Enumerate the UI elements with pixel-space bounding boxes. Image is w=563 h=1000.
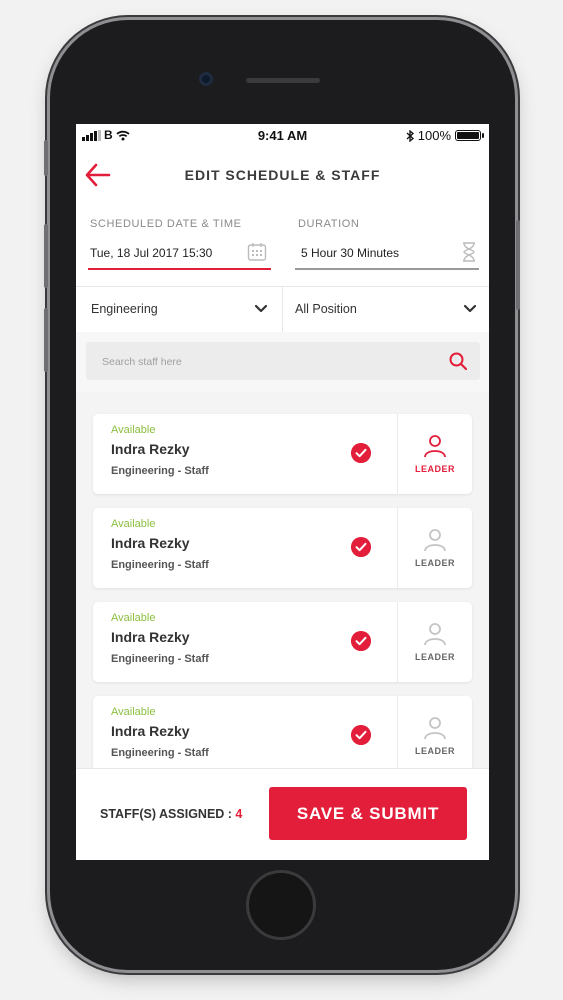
leader-toggle[interactable]: LEADER [398,508,472,588]
leader-toggle[interactable]: LEADER [398,414,472,494]
checkmark-icon[interactable] [351,537,371,557]
position-value: All Position [295,302,357,316]
volume-down-button [44,308,48,372]
checkmark-icon[interactable] [351,443,371,463]
speaker-grille [246,78,320,83]
leader-label: LEADER [414,746,455,756]
mute-switch [44,140,48,176]
person-icon [424,717,446,740]
staff-department: Engineering - Staff [111,653,209,665]
nav-header: EDIT SCHEDULE & STAFF [76,148,489,202]
staff-department: Engineering - Staff [111,465,209,477]
assigned-count: 4 [235,807,243,821]
person-icon [424,435,446,458]
staff-card[interactable]: Available Indra Rezky Engineering - Staf… [93,602,472,682]
duration-value: 5 Hour 30 Minutes [301,246,400,260]
page-title: EDIT SCHEDULE & STAFF [184,167,381,183]
home-button[interactable] [246,870,316,940]
staff-name: Indra Rezky [111,723,190,739]
assigned-label: STAFF(S) ASSIGNED : [100,807,236,821]
leader-toggle[interactable]: LEADER [398,696,472,768]
filter-row: Engineering All Position [76,286,489,334]
calendar-icon[interactable] [247,242,267,262]
duration-field[interactable]: 5 Hour 30 Minutes [295,238,479,270]
staff-list: Available Indra Rezky Engineering - Staf… [76,392,489,768]
staff-department: Engineering - Staff [111,559,209,571]
staff-card[interactable]: Available Indra Rezky Engineering - Staf… [93,414,472,494]
availability-status: Available [111,424,156,436]
battery-percent: 100% [417,128,451,143]
person-icon [424,529,446,552]
date-value: Tue, 18 Jul 2017 15:30 [90,246,213,260]
search-section [76,332,489,392]
staff-card[interactable]: Available Indra Rezky Engineering - Staf… [93,508,472,588]
chevron-down-icon [463,304,477,313]
leader-toggle[interactable]: LEADER [398,602,472,682]
front-camera [199,72,213,86]
save-submit-button[interactable]: SAVE & SUBMIT [269,787,467,840]
department-dropdown[interactable]: Engineering [76,287,282,333]
hourglass-icon [463,242,475,262]
checkmark-icon[interactable] [351,631,371,651]
person-icon [424,623,446,646]
footer-bar: STAFF(S) ASSIGNED : 4 SAVE & SUBMIT [76,768,489,860]
availability-status: Available [111,612,156,624]
chevron-down-icon [254,304,268,313]
leader-label: LEADER [414,558,455,568]
search-icon[interactable] [448,351,468,371]
staff-name: Indra Rezky [111,441,190,457]
duration-label: DURATION [298,218,360,230]
date-field[interactable]: Tue, 18 Jul 2017 15:30 [88,238,271,270]
bluetooth-icon [406,129,414,142]
staff-name: Indra Rezky [111,535,190,551]
staff-department: Engineering - Staff [111,747,209,759]
staff-name: Indra Rezky [111,629,190,645]
date-label: SCHEDULED DATE & TIME [90,218,242,230]
department-value: Engineering [91,302,158,316]
volume-up-button [44,224,48,288]
availability-status: Available [111,518,156,530]
search-input[interactable] [100,351,434,373]
status-bar: B 9:41 AM 100% [76,124,489,148]
power-button [516,220,520,310]
leader-label: LEADER [414,464,455,474]
checkmark-icon[interactable] [351,725,371,745]
position-dropdown[interactable]: All Position [283,287,489,333]
leader-label: LEADER [414,652,455,662]
search-bar [86,342,480,380]
app-screen: B 9:41 AM 100% EDIT SCHEDULE & STAFF SCH… [76,124,489,860]
availability-status: Available [111,706,156,718]
staff-card[interactable]: Available Indra Rezky Engineering - Staf… [93,696,472,768]
battery-icon [455,130,484,141]
staff-assigned-summary: STAFF(S) ASSIGNED : 4 [100,807,242,821]
